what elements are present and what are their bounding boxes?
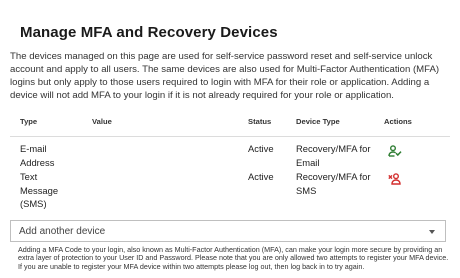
cell-type: E-mail Address (20, 142, 80, 169)
cell-device-type: Recovery/MFA for SMS (296, 170, 376, 197)
chevron-down-icon (429, 230, 435, 234)
person-check-icon[interactable] (388, 145, 402, 157)
mfa-footnote: Adding a MFA Code to your login, also kn… (18, 245, 449, 271)
mfa-page: Manage MFA and Recovery Devices The devi… (0, 0, 460, 278)
header-device-type: Device Type (296, 117, 340, 126)
header-status: Status (248, 117, 272, 126)
table-row: Text Message (SMS) Active Recovery/MFA f… (10, 170, 450, 210)
header-type: Type (20, 117, 38, 126)
cell-device-type-line: Recovery/MFA for (296, 171, 371, 182)
cell-device-type: Recovery/MFA for Email (296, 142, 376, 169)
table-header: Type Value Status Device Type Actions (10, 114, 450, 137)
cell-device-type-line: SMS (296, 184, 317, 196)
cell-status: Active (248, 143, 274, 154)
cell-actions (388, 142, 428, 161)
page-title: Manage MFA and Recovery Devices (20, 24, 278, 41)
header-value: Value (92, 117, 112, 126)
cell-device-type-line: Recovery/MFA for (296, 143, 371, 154)
add-device-dropdown[interactable]: Add another device (10, 220, 446, 242)
table-row: E-mail Address Active Recovery/MFA for E… (10, 142, 450, 170)
cell-actions (388, 170, 428, 189)
add-device-label: Add another device (19, 226, 106, 237)
intro-text: The devices managed on this page are use… (10, 51, 440, 101)
cell-type-line: Text (20, 171, 38, 182)
cell-type-line: E-mail (20, 143, 47, 154)
header-actions: Actions (384, 117, 412, 126)
cell-status: Active (248, 171, 274, 182)
cell-type-line: Message (20, 184, 59, 196)
cell-type-line: Address (20, 156, 55, 168)
cell-type-line: (SMS) (20, 198, 47, 210)
cell-type: Text Message (SMS) (20, 170, 80, 211)
cell-device-type-line: Email (296, 156, 320, 168)
person-remove-icon[interactable] (388, 173, 402, 185)
devices-table: Type Value Status Device Type Actions E-… (10, 114, 450, 210)
